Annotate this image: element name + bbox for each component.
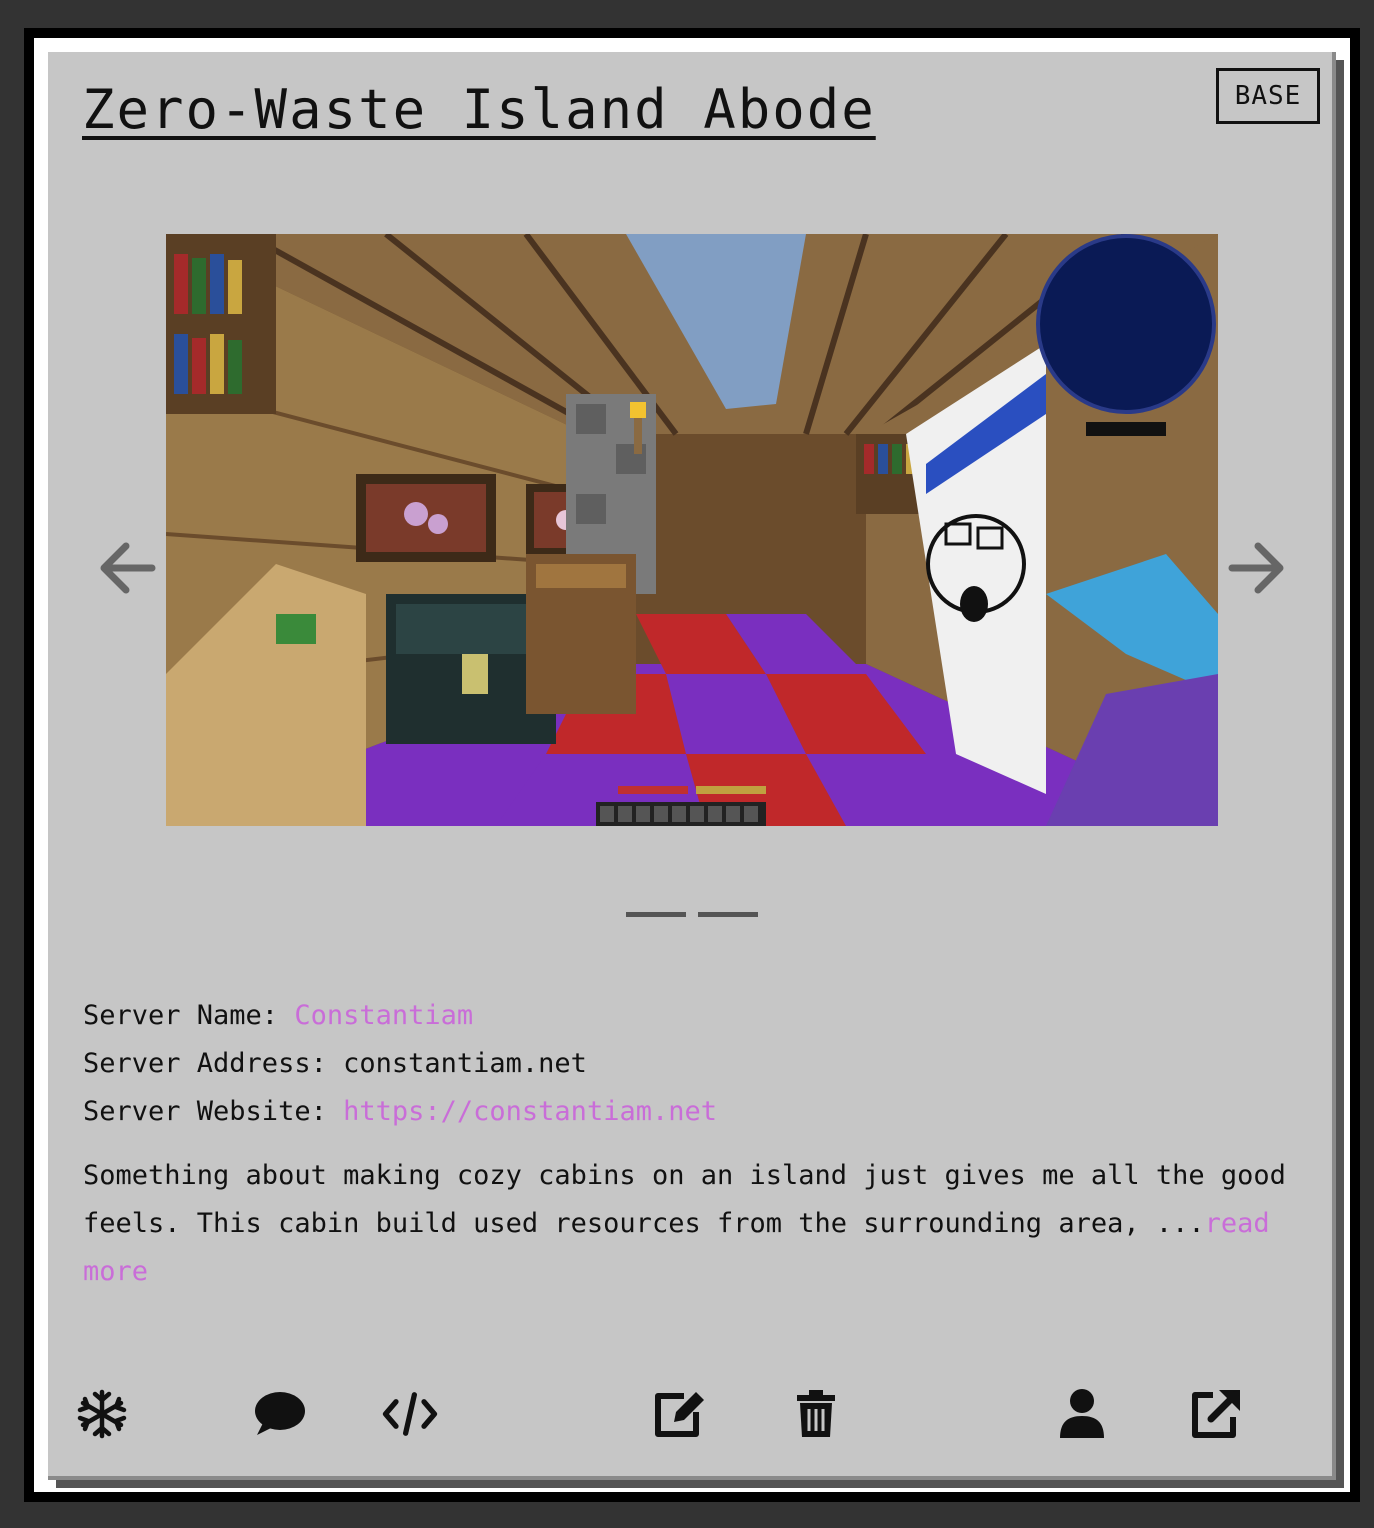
build-card: Zero-Waste Island Abode BASE Server Name…	[48, 52, 1336, 1480]
server-name-link[interactable]: Constantiam	[294, 1000, 473, 1031]
open-external-button[interactable]	[1188, 1386, 1244, 1442]
arrow-right-icon	[1228, 542, 1284, 594]
snowflake-button[interactable]	[74, 1386, 130, 1442]
comment-icon	[255, 1392, 305, 1435]
carousel-image[interactable]	[166, 234, 1218, 826]
edit-icon	[655, 1392, 704, 1437]
server-name-row: Server Name: Constantiam	[83, 992, 717, 1040]
delete-button[interactable]	[788, 1386, 844, 1442]
carousel-next-button[interactable]	[1228, 538, 1288, 598]
build-description: Something about making cozy cabins on an…	[83, 1152, 1308, 1296]
trash-icon	[797, 1390, 835, 1437]
server-website-row: Server Website: https://constantiam.net	[83, 1088, 717, 1136]
category-badge: BASE	[1216, 68, 1320, 124]
server-website-link[interactable]: https://constantiam.net	[343, 1096, 717, 1127]
server-address-label: Server Address:	[83, 1048, 327, 1079]
build-title[interactable]: Zero-Waste Island Abode	[82, 78, 876, 141]
author-button[interactable]	[1054, 1386, 1110, 1442]
description-text: Something about making cozy cabins on an…	[83, 1160, 1286, 1239]
embed-code-button[interactable]	[382, 1386, 438, 1442]
snowflake-icon	[77, 1389, 127, 1439]
external-link-icon	[1192, 1390, 1240, 1438]
code-icon	[382, 1392, 438, 1436]
comment-button[interactable]	[252, 1386, 308, 1442]
server-info: Server Name: Constantiam Server Address:…	[83, 992, 717, 1136]
user-icon	[1060, 1389, 1104, 1438]
carousel-indicator-1[interactable]	[626, 912, 686, 917]
server-name-label: Server Name:	[83, 1000, 279, 1031]
minecraft-screenshot-image	[166, 234, 1218, 826]
server-address-value: constantiam.net	[343, 1048, 587, 1079]
carousel-indicators	[626, 912, 758, 917]
server-address-row: Server Address: constantiam.net	[83, 1040, 717, 1088]
edit-button[interactable]	[652, 1386, 708, 1442]
carousel-prev-button[interactable]	[96, 538, 156, 598]
carousel-indicator-2[interactable]	[698, 912, 758, 917]
server-website-label: Server Website:	[83, 1096, 327, 1127]
arrow-left-icon	[100, 542, 156, 594]
